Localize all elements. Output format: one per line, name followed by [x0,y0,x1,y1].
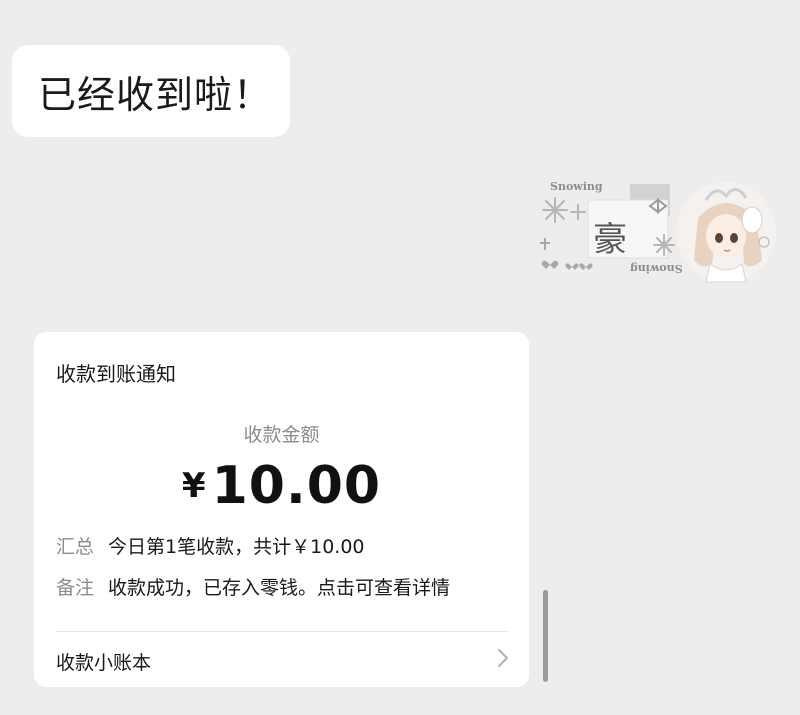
ledger-link-label: 收款小账本 [56,652,152,674]
incoming-message-text: 已经收到啦！ [38,72,273,117]
payment-notification-card[interactable]: 收款到账通知 收款金额 ¥10.00 汇总 今日第1笔收款，共计￥10.00 备注… [34,332,529,687]
chat-window: 已经收到啦！ Snowing 豪 Snowing 收款到账通知 收款金额 ¥ 1… [0,0,800,715]
amount-label: 收款金额 [243,424,320,446]
sticker-message[interactable]: Snowing 豪 Snowing [538,170,788,285]
ledger-link[interactable]: 收款小账本 [34,632,529,687]
summary-row: 汇总 今日第1笔收款，共计￥10.00 [56,532,365,559]
chevron-right-icon [497,648,509,672]
sticker-hanzi: 豪 [593,220,627,260]
remark-value: 收款成功，已存入零钱。点击可查看详情 [108,577,451,599]
amount-value: 10.00 [211,456,382,516]
remark-row: 备注 收款成功，已存入零钱。点击可查看详情 [56,573,450,600]
remark-key: 备注 [56,577,95,599]
sticker-caption-top: Snowing [550,180,603,193]
incoming-message-bubble[interactable]: 已经收到啦！ [12,45,290,137]
sticker-caption-bottom: Snowing [630,262,683,275]
scrollbar-thumb[interactable] [543,590,548,682]
amount-display: ¥10.00 [34,456,529,516]
card-title: 收款到账通知 [56,362,176,386]
summary-key: 汇总 [56,536,95,558]
currency-symbol: ¥ [181,466,206,506]
summary-value: 今日第1笔收款，共计￥10.00 [108,536,365,558]
